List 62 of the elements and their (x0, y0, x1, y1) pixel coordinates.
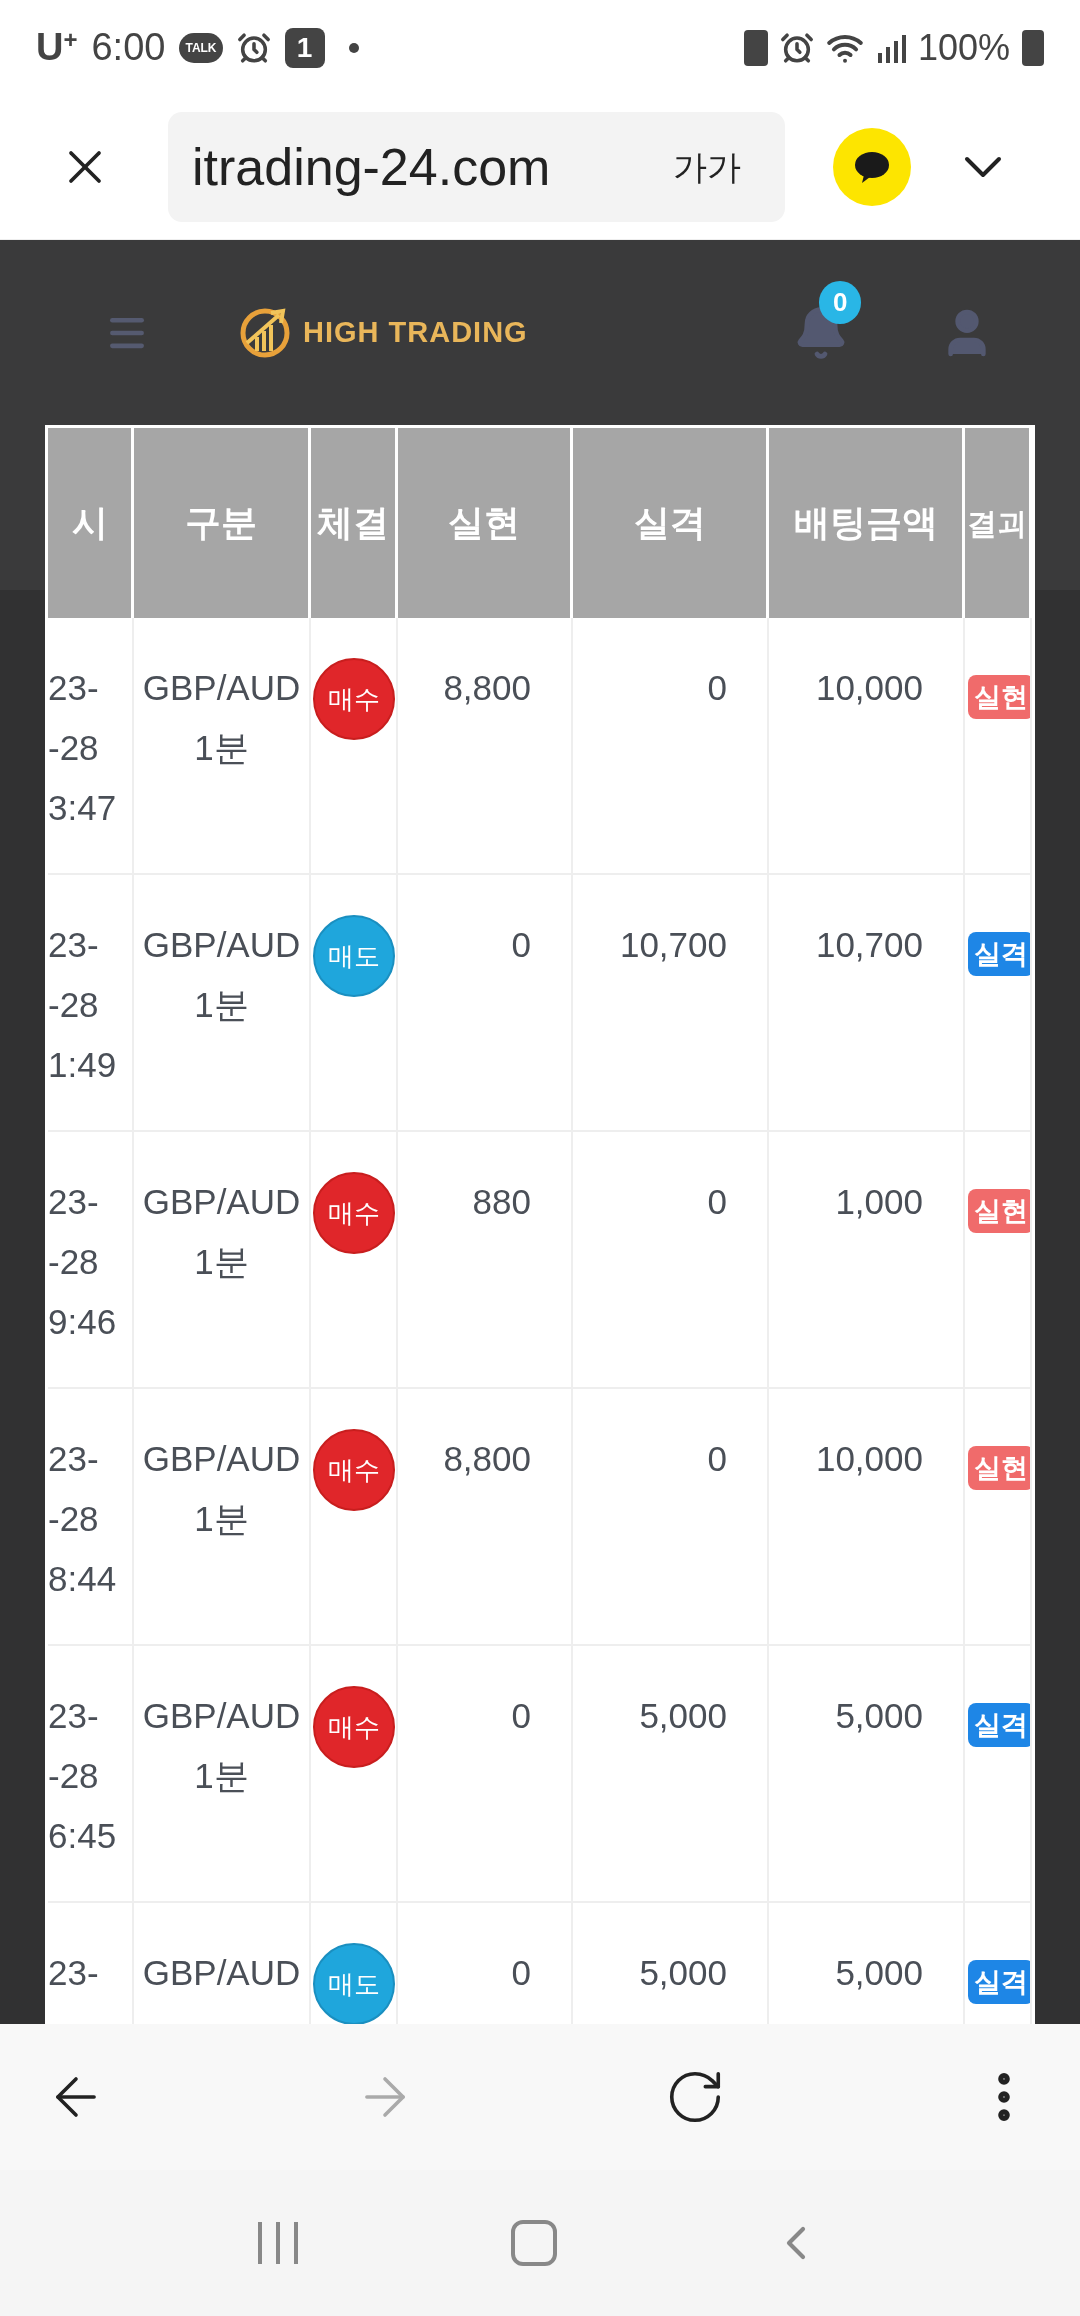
clock-time: 6:00 (91, 25, 166, 70)
battery-level: 100% (917, 25, 1010, 70)
table-cell: 0 (398, 875, 573, 1130)
result-badge: 실현 (968, 1189, 1030, 1233)
column-header: 체결 (311, 428, 398, 618)
table-cell: 0 (573, 1132, 769, 1387)
table-cell: GBP/AUD 1분 (134, 1389, 311, 1644)
table-cell: 0 (398, 1646, 573, 1901)
column-header: 시 (48, 428, 134, 618)
logo-icon (239, 306, 291, 359)
battery-icon (1022, 29, 1044, 66)
order-badge: 매도 (312, 915, 395, 997)
order-badge: 매수 (312, 1172, 395, 1254)
result-badge: 실격 (968, 1960, 1030, 2004)
table-cell: GBP/AUD 1분 (134, 875, 311, 1130)
column-header: 배팅금액 (769, 428, 965, 618)
table-cell: 10,700 (573, 875, 769, 1130)
home-button[interactable] (511, 2220, 557, 2266)
order-badge: 매수 (312, 1429, 395, 1511)
table-cell: 8,800 (398, 1389, 573, 1644)
table-cell: GBP/AUD 1분 (134, 1132, 311, 1387)
table-cell: 1,000 (769, 1132, 965, 1387)
order-badge: 매도 (312, 1943, 395, 2024)
table-cell: 0 (573, 1389, 769, 1644)
order-badge: 매수 (312, 658, 395, 740)
recent-apps-button[interactable] (255, 2220, 300, 2266)
column-header: 실격 (573, 428, 769, 618)
table-cell: GBP/AUD 1분 (134, 618, 311, 873)
column-header: 구분 (134, 428, 311, 618)
result-badge: 실현 (968, 675, 1030, 719)
table-cell: 23- -28 6:45 (48, 1646, 134, 1901)
table-cell: GBP/AUD 1분 (134, 1646, 311, 1901)
notification-badge: 0 (819, 280, 862, 324)
result-badge: 실현 (968, 1446, 1030, 1490)
result-badge: 실격 (968, 1703, 1030, 1747)
alarm-icon (779, 30, 814, 65)
table-cell: 10,700 (769, 875, 965, 1130)
column-header: 결괴 (965, 428, 1032, 618)
brand-name: HIGH TRADING (303, 314, 528, 350)
table-cell: 5,000 (573, 1646, 769, 1901)
text-size-button[interactable]: 가가 (673, 141, 741, 193)
speech-bubble-icon (854, 151, 890, 183)
table-cell: 23- -28 8:44 (48, 1389, 134, 1644)
battery-saver-icon (743, 29, 768, 66)
table-cell: 23- -28 3:47 (48, 618, 134, 873)
alarm-icon (236, 30, 271, 65)
signal-icon (875, 32, 906, 63)
table-cell: 880 (398, 1132, 573, 1387)
table-cell: 10,000 (769, 1389, 965, 1644)
notification-count-icon: 1 (284, 27, 325, 68)
talk-icon: TALK (179, 32, 223, 63)
table-cell: 23- -28 1:49 (48, 875, 134, 1130)
result-badge: 실격 (968, 932, 1030, 976)
table-cell: 5,000 (769, 1646, 965, 1901)
table-cell: 23- -28 9:46 (48, 1132, 134, 1387)
table-cell: 10,000 (769, 618, 965, 873)
url-field[interactable]: itrading-24.com 가가 (168, 112, 785, 222)
order-badge: 매수 (312, 1686, 395, 1768)
table-cell: 0 (573, 618, 769, 873)
carrier-label: U$^{+}$ (36, 25, 78, 70)
column-header: 실현 (398, 428, 573, 618)
table-cell: 8,800 (398, 618, 573, 873)
